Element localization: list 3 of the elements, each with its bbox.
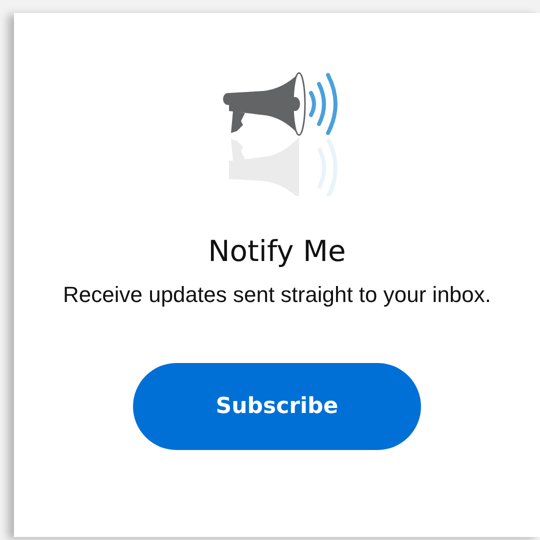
subscribe-button[interactable]: Subscribe (133, 363, 421, 450)
card-title: Notify Me (208, 234, 346, 268)
card-description: Receive updates sent straight to your inbox. (62, 281, 492, 309)
